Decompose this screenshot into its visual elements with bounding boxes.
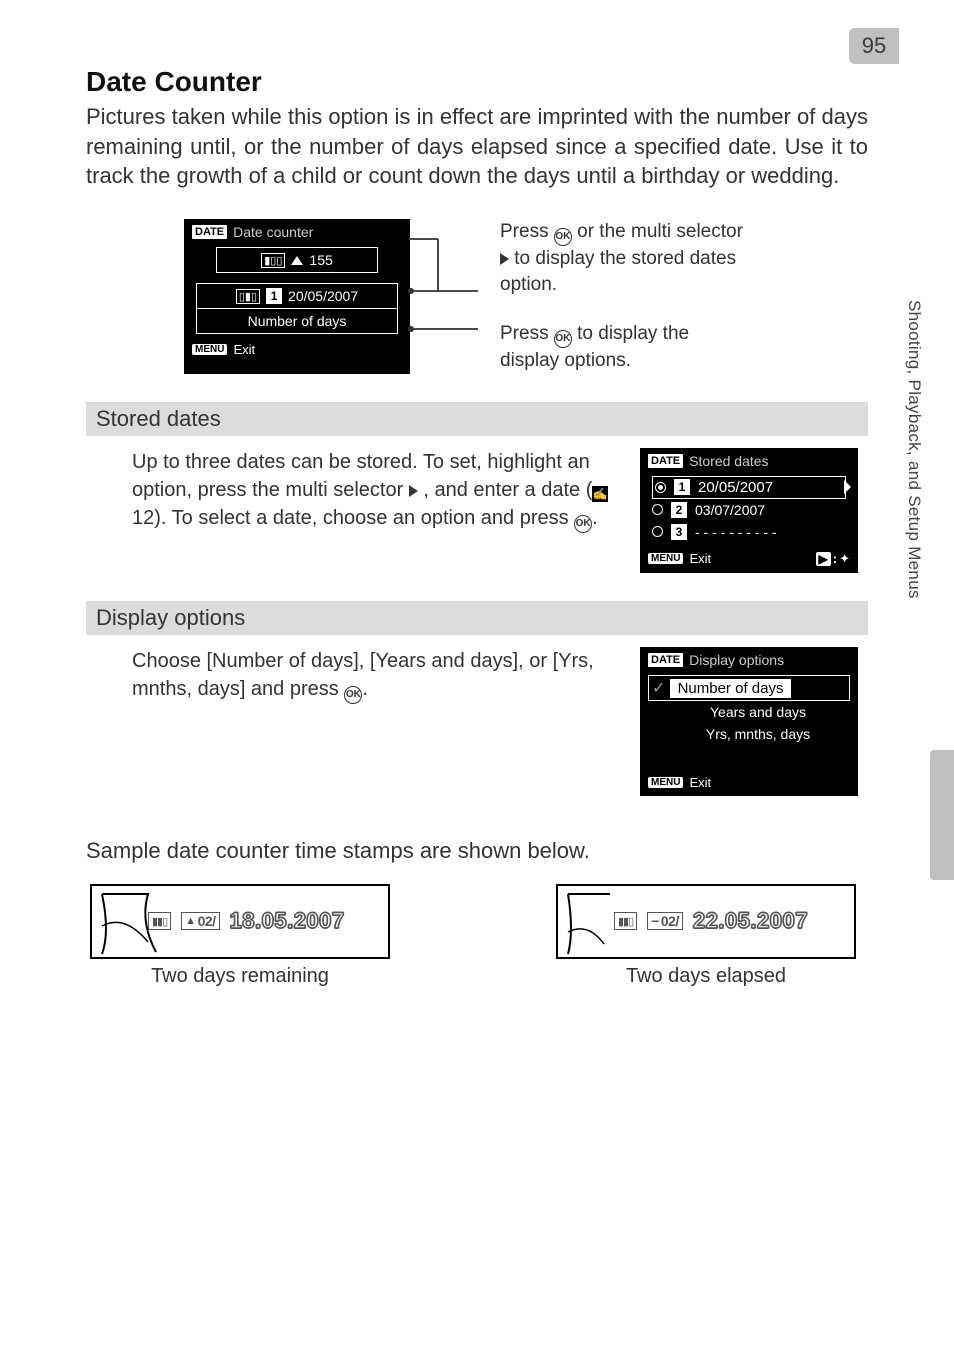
reference-icon: ✍ [592, 486, 608, 502]
callout-stored-dates: Press OK or the multi selector to displa… [500, 219, 750, 297]
stored-date-value: 20/05/2007 [288, 288, 358, 304]
t: Press [500, 323, 554, 344]
date-counter-screen: DATE Date counter ▮▯▯ 155 ▯▮▯ 1 20/05/20… [184, 219, 410, 374]
photo-corner-icon [100, 892, 160, 956]
display-options-paragraph: Choose [Number of days], [Years and days… [132, 647, 618, 704]
counter-value: 155 [309, 252, 332, 268]
stored-dates-title: Stored dates [689, 453, 768, 469]
reference-page: 12 [132, 507, 154, 529]
slot-value: - - - - - - - - - - [695, 524, 777, 540]
callout-text-column: Press OK or the multi selector to displa… [500, 219, 750, 374]
opt-label: Number of days [670, 679, 792, 698]
colon: : [833, 551, 837, 566]
t: , and enter a date ( [418, 479, 593, 501]
callout-display-options: Press OK to display the display options. [500, 321, 750, 374]
stored-date-row-2: 2 03/07/2007 [652, 499, 846, 521]
ok-button-icon: OK [344, 686, 362, 704]
stored-dates-block: Up to three dates can be stored. To set,… [132, 448, 858, 573]
slot-badge: 2 [671, 502, 687, 518]
menu-badge: MENU [192, 344, 227, 355]
radio-icon [652, 504, 663, 515]
date-icon: DATE [648, 454, 683, 468]
slot-badge: 1 [674, 479, 690, 495]
up-triangle-icon [291, 256, 303, 265]
slot-value: 20/05/2007 [698, 479, 773, 496]
right-nav-icon: ▶ [816, 552, 831, 566]
intro-paragraph: Pictures taken while this option is in e… [86, 102, 868, 191]
stored-dates-header: Stored dates [86, 402, 868, 436]
right-triangle-icon [409, 485, 418, 497]
display-option-row-3: Yrs, mnths, days [648, 723, 850, 745]
display-option-row-1: ✓ Number of days [648, 675, 850, 701]
stored-dates-screen: DATE Stored dates 1 20/05/2007 2 03/07/2… [640, 448, 858, 573]
display-options-title: Display options [689, 652, 784, 668]
stamp-indicator: − 02/ [647, 912, 683, 930]
ok-button-icon: OK [554, 228, 572, 246]
display-options-header: Display options [86, 601, 868, 635]
sample-left: ▮▮▯ ▲ 02/ 18.05.2007 Two days remaining [90, 884, 390, 988]
main-figure: DATE Date counter ▮▯▯ 155 ▯▮▯ 1 20/05/20… [66, 219, 868, 374]
stored-date-row-1: 1 20/05/2007 [652, 476, 846, 499]
t: to display the stored dates option. [500, 248, 736, 295]
stored-dates-paragraph: Up to three dates can be stored. To set,… [132, 448, 618, 533]
sample-caption-left: Two days remaining [90, 965, 390, 988]
menu-badge: MENU [648, 777, 683, 788]
opt-label: Years and days [710, 704, 806, 720]
t: Press [500, 221, 554, 242]
counter-mode-icon: ▮▯▯ [261, 253, 285, 268]
radio-selected-icon [655, 482, 666, 493]
sample-stamp-row: ▮▮▯ ▲ 02/ 18.05.2007 Two days remaining … [86, 884, 868, 988]
stamp-indicator: ▲ 02/ [181, 912, 219, 930]
number-of-days-link: Number of days [248, 313, 347, 329]
stamp-count: 02/ [198, 913, 216, 929]
date-slot-badge: 1 [266, 288, 282, 304]
t: or the multi selector [572, 221, 743, 242]
date-counter-title: Date counter [233, 224, 313, 240]
slot-value: 03/07/2007 [695, 502, 765, 518]
sample-right: ▮▮▯ − 02/ 22.05.2007 Two days elapsed [556, 884, 856, 988]
confirm-icon: ✦ [839, 551, 850, 567]
date-mode-icon: ▯▮▯ [236, 289, 260, 304]
t: . [592, 507, 598, 529]
callout-leader-lines [408, 221, 498, 361]
date-icon: DATE [192, 225, 227, 239]
exit-label: Exit [689, 551, 711, 566]
t: ). To select a date, choose an option an… [154, 507, 574, 529]
page-title: Date Counter [86, 66, 868, 98]
menu-badge: MENU [648, 553, 683, 564]
stamp-date: 18.05.2007 [230, 908, 345, 934]
exit-label: Exit [689, 775, 711, 790]
display-option-row-2: Years and days [648, 701, 850, 723]
sample-stamp-box-elapsed: ▮▮▯ − 02/ 22.05.2007 [556, 884, 856, 959]
opt-label: Yrs, mnths, days [706, 726, 810, 742]
slot-badge: 3 [671, 524, 687, 540]
date-icon: DATE [648, 653, 683, 667]
exit-label: Exit [233, 342, 255, 357]
stamp-count: 02/ [661, 913, 679, 929]
sample-intro: Sample date counter time stamps are show… [86, 836, 868, 866]
radio-icon [652, 526, 663, 537]
stamp-date: 22.05.2007 [693, 908, 808, 934]
display-options-block: Choose [Number of days], [Years and days… [132, 647, 858, 796]
display-options-screen: DATE Display options ✓ Number of days Ye… [640, 647, 858, 796]
t: . [362, 678, 368, 700]
stored-date-row-3: 3 - - - - - - - - - - [652, 521, 846, 543]
checkmark-icon: ✓ [652, 680, 665, 697]
ok-button-icon: OK [574, 515, 592, 533]
ok-button-icon: OK [554, 330, 572, 348]
photo-corner-icon [566, 892, 626, 956]
sample-stamp-box-remaining: ▮▮▯ ▲ 02/ 18.05.2007 [90, 884, 390, 959]
page-content: Date Counter Pictures taken while this o… [0, 0, 954, 1345]
sample-caption-right: Two days elapsed [556, 965, 856, 988]
right-triangle-icon [500, 253, 509, 265]
